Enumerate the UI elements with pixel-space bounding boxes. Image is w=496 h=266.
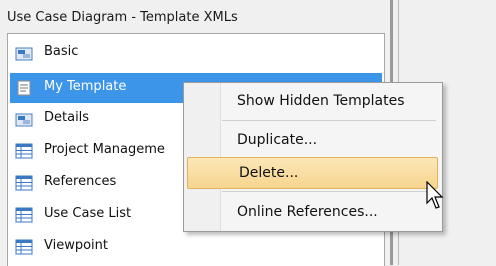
list-item[interactable]: Viewpoint [10, 232, 382, 262]
table-icon [15, 207, 33, 223]
table-icon [15, 143, 33, 159]
list-item-label: Project Manageme [44, 142, 165, 157]
menu-item-show-hidden-templates[interactable]: Show Hidden Templates [186, 86, 438, 116]
menu-item-delete[interactable]: Delete... [187, 157, 438, 189]
list-item-label: My Template [44, 79, 127, 94]
diagram-icon [15, 47, 33, 61]
menu-separator [222, 120, 436, 121]
menu-item-label: Duplicate... [237, 132, 318, 148]
menu-separator [222, 191, 436, 192]
list-item-label: Basic [44, 44, 79, 59]
menu-item-label: Show Hidden Templates [237, 93, 405, 109]
mouse-cursor-icon [426, 181, 444, 209]
document-icon [17, 80, 31, 96]
table-icon [15, 175, 33, 191]
menu-item-online-references[interactable]: Online References... [186, 197, 438, 227]
menu-item-label: Delete... [239, 165, 299, 181]
list-item[interactable]: Basic [10, 38, 382, 68]
context-menu: Show Hidden Templates Duplicate... Delet… [183, 82, 443, 232]
panel-title: Use Case Diagram - Template XMLs [7, 10, 238, 25]
list-item-label: Viewpoint [44, 238, 109, 253]
list-item-label: Use Case List [44, 206, 132, 221]
list-item-label: References [44, 174, 117, 189]
menu-item-duplicate[interactable]: Duplicate... [186, 125, 438, 155]
list-item-label: Details [44, 110, 90, 125]
diagram-icon [15, 113, 33, 127]
menu-item-label: Online References... [237, 204, 378, 220]
table-icon [15, 239, 33, 255]
